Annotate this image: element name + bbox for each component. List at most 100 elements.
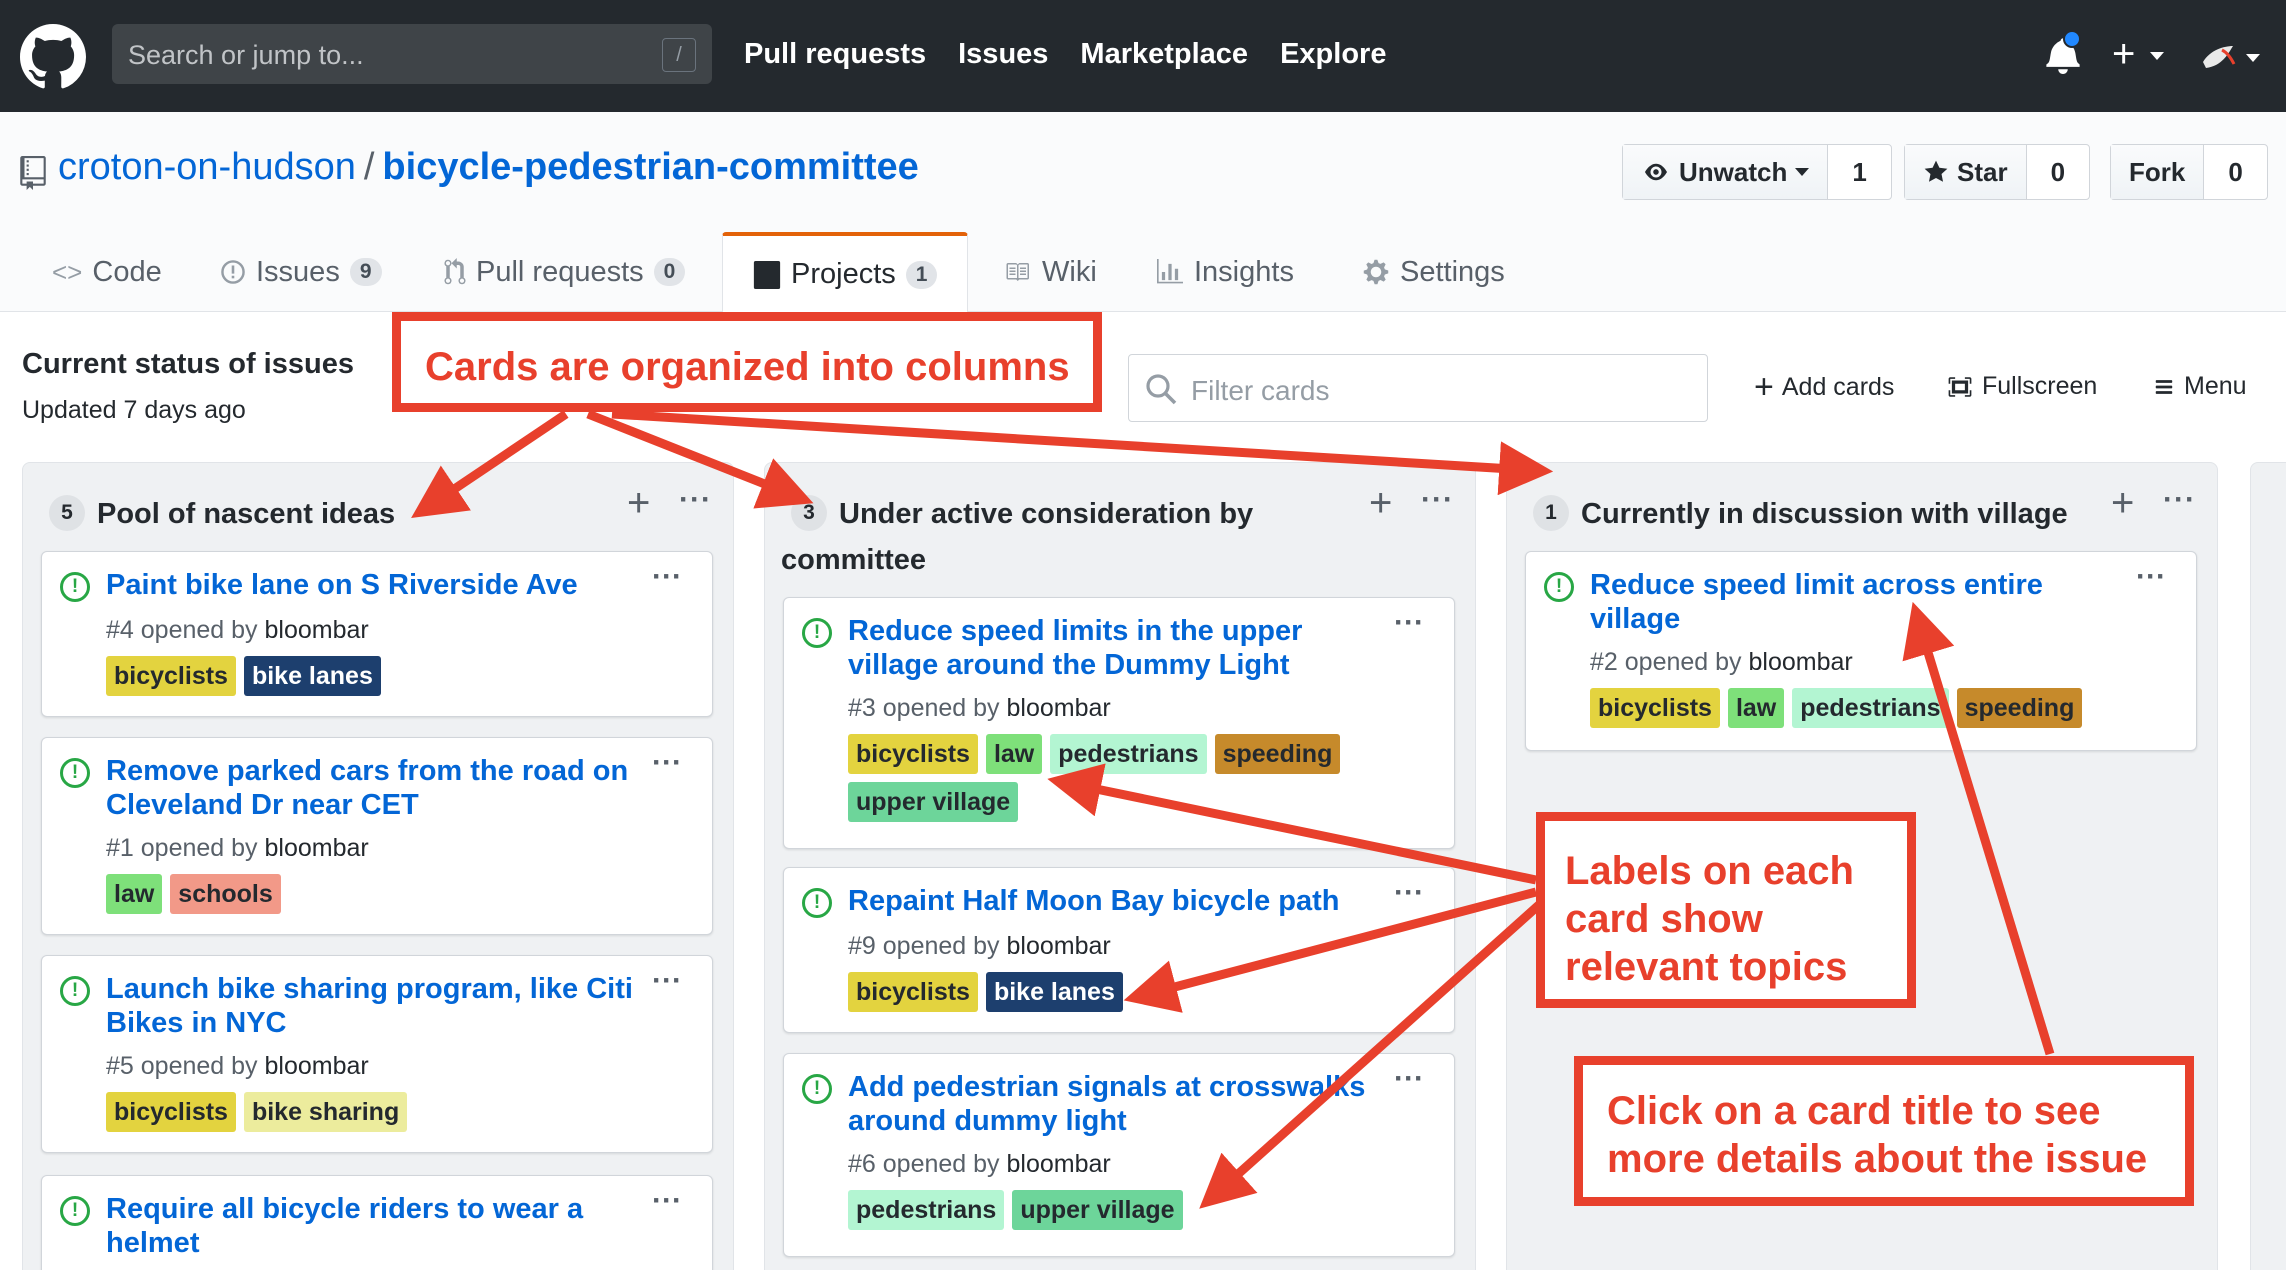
card-author[interactable]: bloombar [265,834,369,862]
hamburger-icon [2155,379,2173,394]
card-author[interactable]: bloombar [265,616,369,644]
nav-explore[interactable]: Explore [1280,38,1386,71]
card-author[interactable]: bloombar [1007,1150,1111,1178]
star-button[interactable]: Star [1905,145,2027,199]
card-number[interactable]: #2 [1590,648,1618,676]
column-title: Currently in discussion with village [1581,498,2068,530]
issue-label[interactable]: schools [170,874,281,914]
tab-settings-label: Settings [1400,255,1505,288]
card-title-link[interactable]: Add pedestrian signals at crosswalks aro… [848,1070,1388,1138]
issue-label[interactable]: upper village [1012,1190,1183,1230]
issue-label[interactable]: law [1727,688,1785,728]
unwatch-button[interactable]: Unwatch [1623,145,1829,199]
issue-card[interactable]: ! Add pedestrian signals at crosswalks a… [783,1053,1455,1257]
column-more-icon[interactable]: ··· [2163,483,2196,517]
card-more-icon[interactable]: ··· [1394,606,1424,640]
issue-label[interactable]: pedestrians [1050,734,1207,774]
github-logo-icon[interactable] [20,24,86,90]
issue-label[interactable]: bicyclists [848,972,978,1012]
issue-label[interactable]: upper village [848,782,1019,822]
card-more-icon[interactable]: ··· [1394,1062,1424,1096]
card-title-link[interactable]: Repaint Half Moon Bay bicycle path [848,884,1388,918]
fullscreen-button[interactable]: Fullscreen [1946,372,2097,401]
card-author[interactable]: bloombar [1749,648,1853,676]
forks-count[interactable]: 0 [2204,145,2266,199]
issue-label[interactable]: bicyclists [1590,688,1720,728]
menu-button[interactable]: Menu [2152,372,2247,401]
star-label: Star [1957,156,2008,187]
nav-marketplace[interactable]: Marketplace [1080,38,1248,71]
fork-label: Fork [2129,156,2186,187]
card-title-link[interactable]: Remove parked cars from the road on Clev… [106,754,646,822]
fork-group: Fork 0 [2110,144,2268,200]
watchers-count[interactable]: 1 [1828,145,1890,199]
global-search-input[interactable]: Search or jump to... / [112,24,712,84]
fork-button[interactable]: Fork [2111,145,2205,199]
card-number[interactable]: #3 [848,694,876,722]
tab-wiki[interactable]: Wiki [1002,232,1097,312]
card-number[interactable]: #5 [106,1052,134,1080]
card-meta: #1 opened by bloombar [106,834,369,863]
card-number[interactable]: #4 [106,616,134,644]
repo-owner-link[interactable]: croton-on-hudson [58,146,356,188]
card-number[interactable]: #1 [106,834,134,862]
add-card-plus-icon[interactable]: + [627,483,650,523]
issue-card[interactable]: ! Reduce speed limits in the upper villa… [783,597,1455,849]
nav-pull-requests[interactable]: Pull requests [744,38,926,71]
issue-label[interactable]: bicyclists [106,1092,236,1132]
column-more-icon[interactable]: ··· [679,483,712,517]
issue-label[interactable]: bike sharing [243,1092,408,1132]
issue-label[interactable]: speeding [1956,688,2083,728]
user-avatar[interactable] [2200,40,2236,76]
issue-card[interactable]: ! Require all bicycle riders to wear a h… [41,1175,713,1270]
issue-label[interactable]: bike lanes [985,972,1123,1012]
issue-card[interactable]: ! Repaint Half Moon Bay bicycle path ···… [783,867,1455,1033]
search-placeholder: Search or jump to... [128,40,364,70]
add-cards-label: Add cards [1781,372,1895,401]
issue-label[interactable]: speeding [1214,734,1341,774]
add-card-plus-icon[interactable]: + [2111,483,2134,523]
tab-issues[interactable]: Issues 9 [220,232,382,312]
issue-label[interactable]: bike lanes [243,656,381,696]
repo-name-link[interactable]: bicycle-pedestrian-committee [382,146,918,188]
tab-pull-requests[interactable]: Pull requests 0 [444,232,686,312]
card-more-icon[interactable]: ··· [652,964,682,998]
tab-code[interactable]: <> Code [52,232,162,312]
card-title-link[interactable]: Reduce speed limit across entire village [1590,568,2130,636]
card-number[interactable]: #9 [848,932,876,960]
add-cards-button[interactable]: + Add cards [1754,370,1895,404]
issue-label[interactable]: pedestrians [1792,688,1949,728]
tab-insights[interactable]: Insights [1156,232,1294,312]
stars-count[interactable]: 0 [2027,145,2089,199]
issue-label[interactable]: bicyclists [106,656,236,696]
card-meta: #5 opened by bloombar [106,1052,369,1081]
tab-projects[interactable]: Projects 1 [722,232,969,313]
card-more-icon[interactable]: ··· [652,746,682,780]
card-author[interactable]: bloombar [1007,694,1111,722]
card-author[interactable]: bloombar [265,1052,369,1080]
create-new-menu[interactable]: + [2112,34,2135,74]
card-more-icon[interactable]: ··· [652,1184,682,1218]
issue-card[interactable]: ! Launch bike sharing program, like Citi… [41,955,713,1153]
column-more-icon[interactable]: ··· [1421,483,1454,517]
card-title-link[interactable]: Launch bike sharing program, like Citi B… [106,972,646,1040]
issue-card[interactable]: ! Reduce speed limit across entire villa… [1525,551,2197,751]
card-title-link[interactable]: Reduce speed limits in the upper village… [848,614,1388,682]
add-card-plus-icon[interactable]: + [1369,483,1392,523]
nav-issues[interactable]: Issues [958,38,1048,71]
tab-settings[interactable]: Settings [1362,232,1505,312]
card-title-link[interactable]: Paint bike lane on S Riverside Ave [106,568,646,602]
card-more-icon[interactable]: ··· [1394,876,1424,910]
issue-label[interactable]: law [985,734,1043,774]
card-title-link[interactable]: Require all bicycle riders to wear a hel… [106,1192,646,1260]
issue-label[interactable]: pedestrians [848,1190,1005,1230]
issue-label[interactable]: bicyclists [848,734,978,774]
issue-card[interactable]: ! Remove parked cars from the road on Cl… [41,737,713,935]
card-more-icon[interactable]: ··· [652,560,682,594]
card-more-icon[interactable]: ··· [2136,560,2166,594]
filter-cards-input[interactable]: Filter cards [1128,354,1708,422]
issue-card[interactable]: ! Paint bike lane on S Riverside Ave ···… [41,551,713,717]
card-number[interactable]: #6 [848,1150,876,1178]
card-author[interactable]: bloombar [1007,932,1111,960]
issue-label[interactable]: law [106,874,163,914]
